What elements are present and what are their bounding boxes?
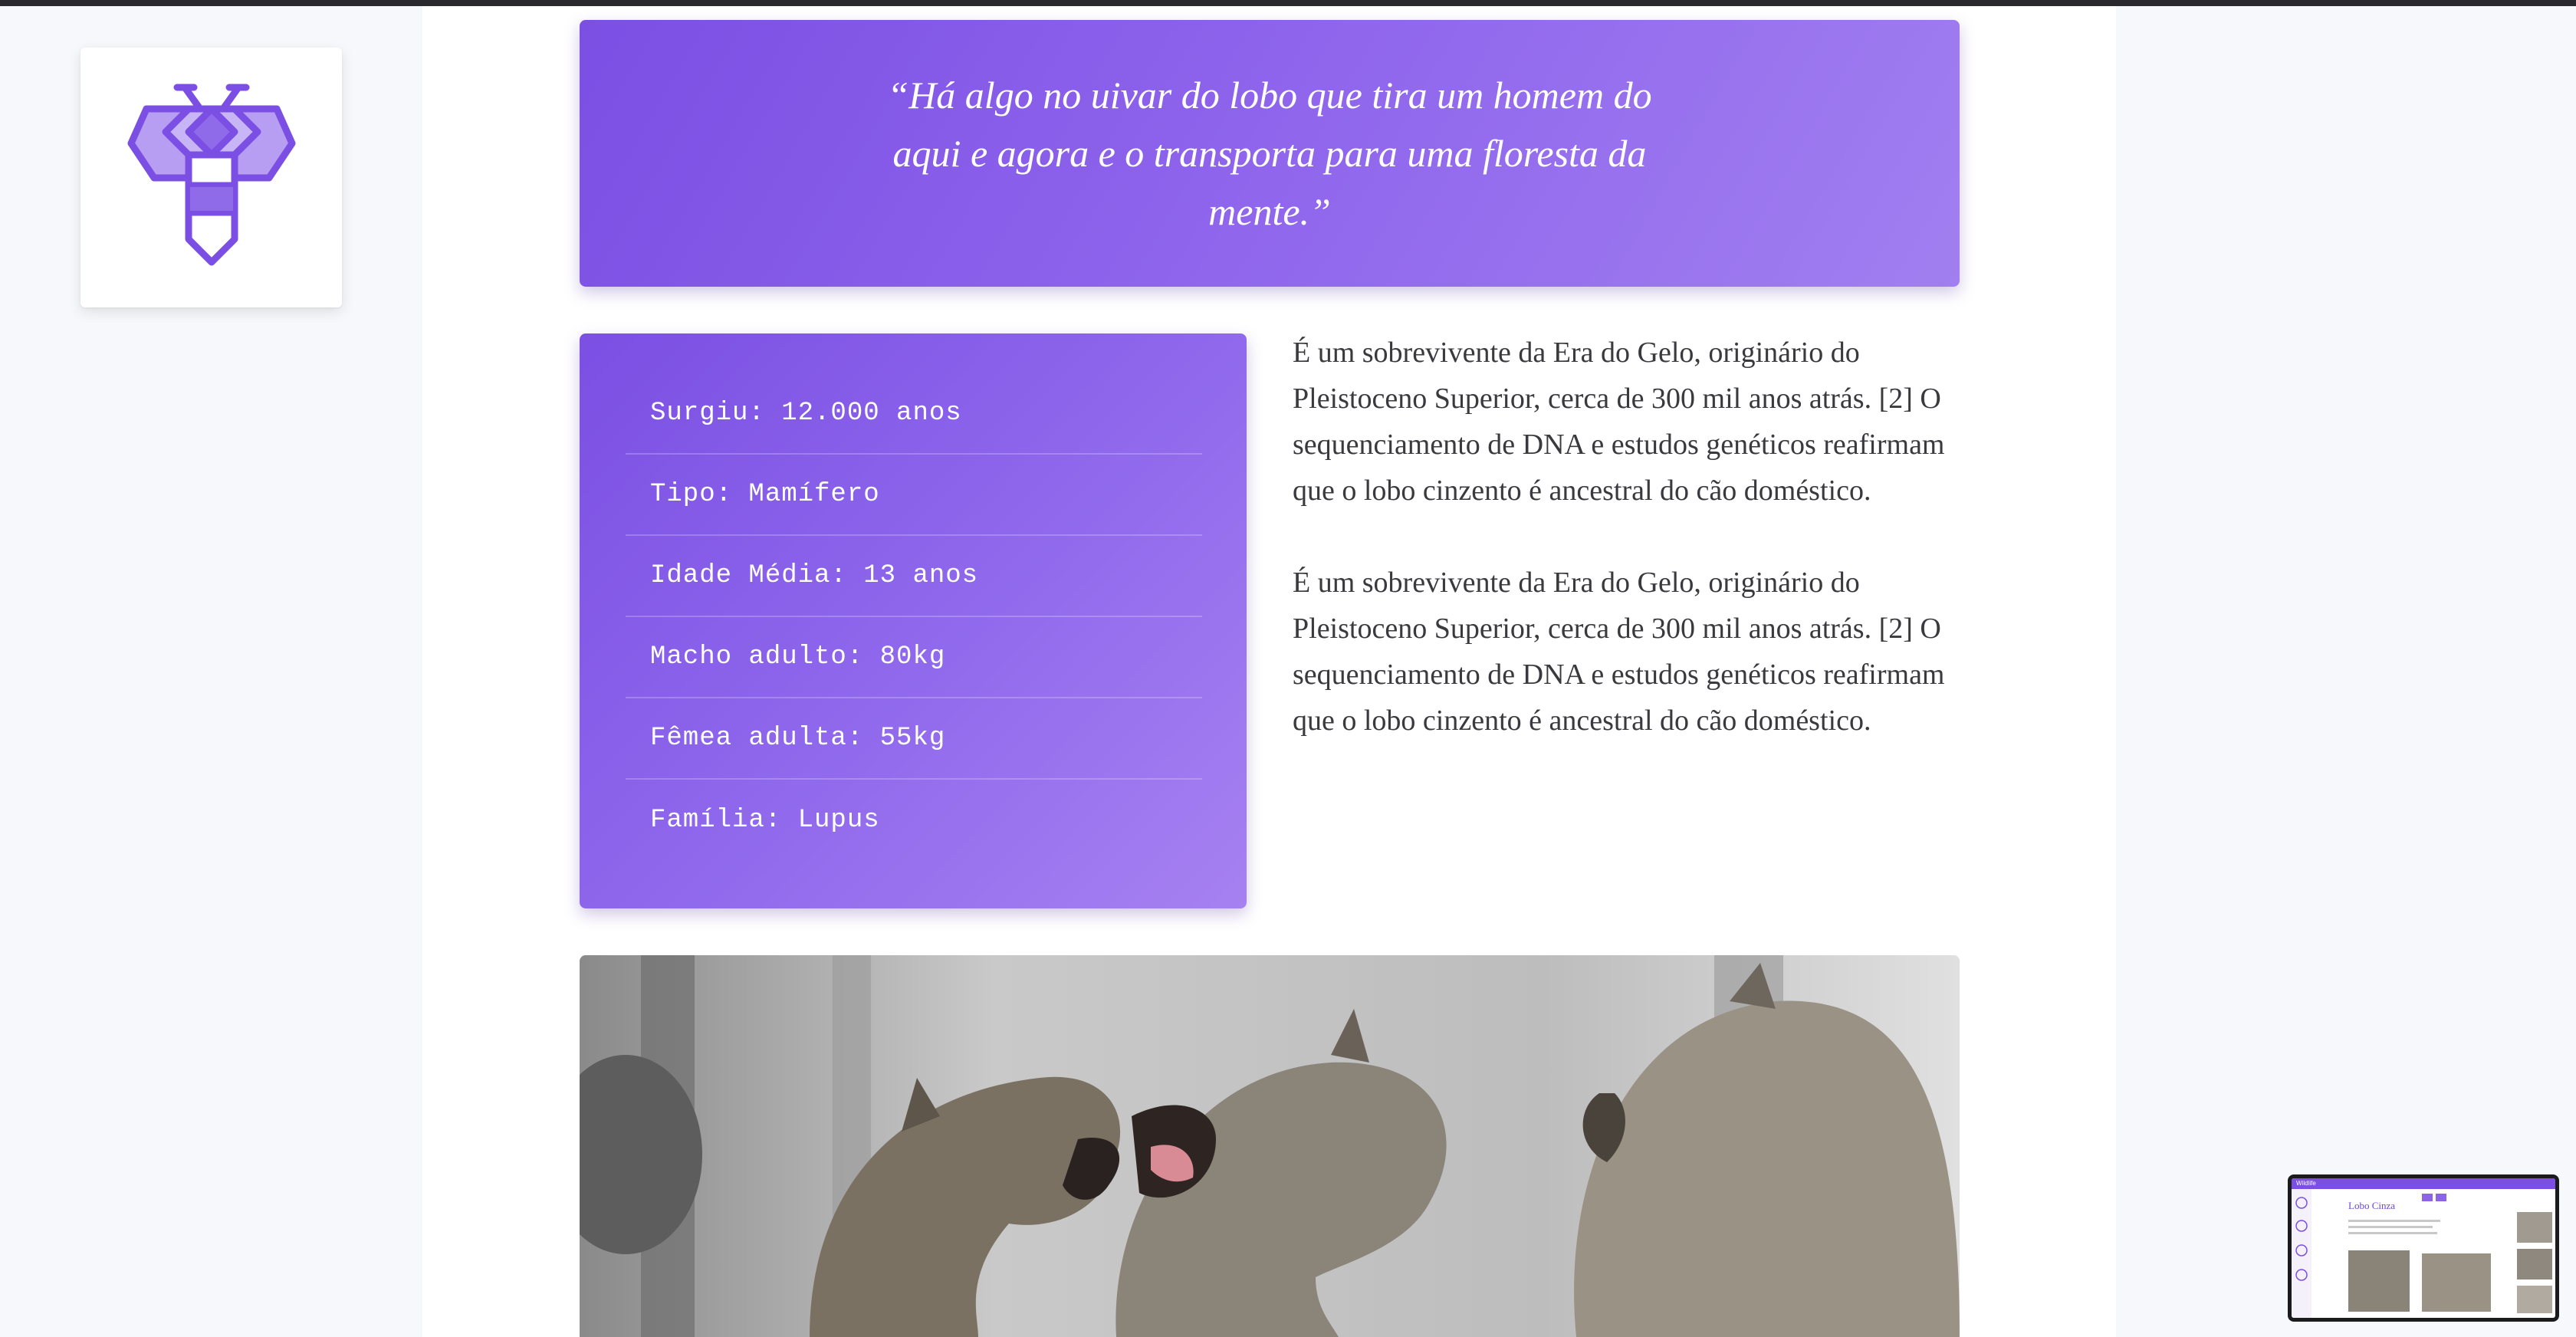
wolves-howling-photo — [580, 955, 1960, 1337]
bee-hexagon-icon — [127, 84, 295, 265]
paragraph-1: É um sobrevivente da Era do Gelo, origin… — [1293, 337, 1945, 507]
description-text: É um sobrevivente da Era do Gelo, origin… — [1293, 330, 1960, 790]
preview-layout-icon — [2292, 1189, 2552, 1318]
quote-text: “Há algo no uivar do lobo que tira um ho… — [887, 74, 1652, 233]
fact-item-idade-media: Idade Média: 13 anos — [626, 536, 1202, 617]
preview-content: Wildlife Lobo Cinza — [2292, 1178, 2555, 1318]
preview-brand: Wildlife — [2296, 1180, 2316, 1187]
fact-item-macho-adulto: Macho adulto: 80kg — [626, 617, 1202, 698]
logo-card[interactable] — [80, 48, 342, 307]
facts-card: Surgiu: 12.000 anos Tipo: Mamífero Idade… — [580, 333, 1247, 908]
fact-item-surgiu: Surgiu: 12.000 anos — [626, 373, 1202, 455]
preview-header: Wildlife — [2292, 1178, 2555, 1189]
left-sidebar — [0, 6, 422, 1337]
page-preview-thumbnail[interactable]: Wildlife Lobo Cinza — [2288, 1174, 2559, 1322]
browser-top-bar — [0, 0, 2576, 6]
fact-item-tipo: Tipo: Mamífero — [626, 455, 1202, 536]
paragraph-2: É um sobrevivente da Era do Gelo, origin… — [1293, 567, 1945, 737]
right-gutter — [2116, 6, 2576, 1337]
facts-list: Surgiu: 12.000 anos Tipo: Mamífero Idade… — [626, 373, 1202, 861]
quote-card: “Há algo no uivar do lobo que tira um ho… — [580, 20, 1960, 287]
fact-item-familia: Família: Lupus — [650, 806, 880, 835]
preview-title: Lobo Cinza — [2348, 1200, 2396, 1211]
wolves-illustration — [580, 955, 1960, 1337]
fact-item-femea-adulta: Fêmea adulta: 55kg — [626, 698, 1202, 780]
